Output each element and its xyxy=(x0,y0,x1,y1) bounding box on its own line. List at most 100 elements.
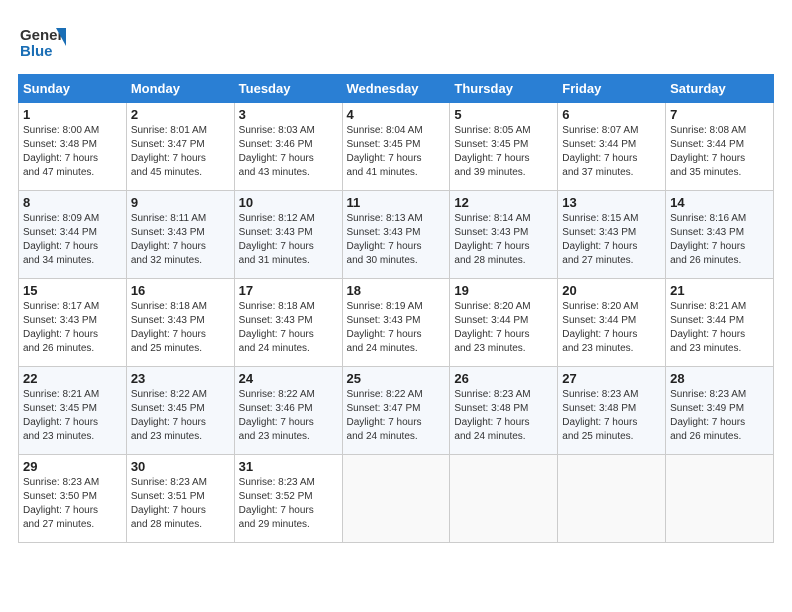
day-info: Sunrise: 8:15 AM Sunset: 3:43 PM Dayligh… xyxy=(562,212,661,268)
day-info: Sunrise: 8:19 AM Sunset: 3:43 PM Dayligh… xyxy=(347,300,446,356)
day-number: 3 xyxy=(239,107,338,122)
day-number: 23 xyxy=(131,371,230,386)
day-number: 27 xyxy=(562,371,661,386)
day-number: 29 xyxy=(23,459,122,474)
day-info: Sunrise: 8:23 AM Sunset: 3:52 PM Dayligh… xyxy=(239,476,338,532)
calendar-cell: 10Sunrise: 8:12 AM Sunset: 3:43 PM Dayli… xyxy=(234,191,342,279)
calendar-cell: 27 Sunrise: 8:23 AM Sunset: 3:48 PM Dayli… xyxy=(558,367,666,455)
day-number: 22 xyxy=(23,371,122,386)
calendar-cell: 6 Sunrise: 8:07 AM Sunset: 3:44 PM Daylig… xyxy=(558,103,666,191)
header: General Blue xyxy=(18,18,774,66)
day-number: 9 xyxy=(131,195,230,210)
calendar-cell: 15Sunrise: 8:17 AM Sunset: 3:43 PM Dayli… xyxy=(19,279,127,367)
day-number: 8 xyxy=(23,195,122,210)
day-number: 14 xyxy=(670,195,769,210)
calendar-table: SundayMondayTuesdayWednesdayThursdayFrid… xyxy=(18,74,774,543)
calendar-cell: 25Sunrise: 8:22 AM Sunset: 3:47 PM Dayli… xyxy=(342,367,450,455)
logo-icon: General Blue xyxy=(18,18,66,66)
day-number: 25 xyxy=(347,371,446,386)
day-info: Sunrise: 8:23 AM Sunset: 3:48 PM Dayligh… xyxy=(562,388,661,444)
day-info: Sunrise: 8:20 AM Sunset: 3:44 PM Dayligh… xyxy=(562,300,661,356)
day-info: Sunrise: 8:04 AM Sunset: 3:45 PM Dayligh… xyxy=(347,124,446,180)
weekday-header-tuesday: Tuesday xyxy=(234,75,342,103)
day-number: 21 xyxy=(670,283,769,298)
day-number: 30 xyxy=(131,459,230,474)
calendar-cell: 23 Sunrise: 8:22 AM Sunset: 3:45 PM Dayli… xyxy=(126,367,234,455)
weekday-header-saturday: Saturday xyxy=(666,75,774,103)
calendar-cell: 17Sunrise: 8:18 AM Sunset: 3:43 PM Dayli… xyxy=(234,279,342,367)
day-info: Sunrise: 8:18 AM Sunset: 3:43 PM Dayligh… xyxy=(131,300,230,356)
calendar-cell: 22 Sunrise: 8:21 AM Sunset: 3:45 PM Dayli… xyxy=(19,367,127,455)
day-number: 24 xyxy=(239,371,338,386)
calendar-week-1: 1 Sunrise: 8:00 AM Sunset: 3:48 PM Daylig… xyxy=(19,103,774,191)
day-info: Sunrise: 8:00 AM Sunset: 3:48 PM Dayligh… xyxy=(23,124,122,180)
day-info: Sunrise: 8:22 AM Sunset: 3:46 PM Dayligh… xyxy=(239,388,338,444)
calendar-cell: 5Sunrise: 8:05 AM Sunset: 3:45 PM Daylig… xyxy=(450,103,558,191)
calendar-cell: 19 Sunrise: 8:20 AM Sunset: 3:44 PM Dayli… xyxy=(450,279,558,367)
calendar-cell: 7 Sunrise: 8:08 AM Sunset: 3:44 PM Daylig… xyxy=(666,103,774,191)
calendar-cell: 18 Sunrise: 8:19 AM Sunset: 3:43 PM Dayli… xyxy=(342,279,450,367)
weekday-header-friday: Friday xyxy=(558,75,666,103)
day-info: Sunrise: 8:21 AM Sunset: 3:44 PM Dayligh… xyxy=(670,300,769,356)
day-info: Sunrise: 8:03 AM Sunset: 3:46 PM Dayligh… xyxy=(239,124,338,180)
weekday-header-sunday: Sunday xyxy=(19,75,127,103)
day-info: Sunrise: 8:14 AM Sunset: 3:43 PM Dayligh… xyxy=(454,212,553,268)
day-info: Sunrise: 8:22 AM Sunset: 3:45 PM Dayligh… xyxy=(131,388,230,444)
day-number: 15 xyxy=(23,283,122,298)
calendar-cell: 1 Sunrise: 8:00 AM Sunset: 3:48 PM Daylig… xyxy=(19,103,127,191)
day-number: 7 xyxy=(670,107,769,122)
calendar-cell: 31 Sunrise: 8:23 AM Sunset: 3:52 PM Dayli… xyxy=(234,455,342,543)
day-number: 6 xyxy=(562,107,661,122)
calendar-cell: 2 Sunrise: 8:01 AM Sunset: 3:47 PM Daylig… xyxy=(126,103,234,191)
calendar-header-row: SundayMondayTuesdayWednesdayThursdayFrid… xyxy=(19,75,774,103)
day-info: Sunrise: 8:05 AM Sunset: 3:45 PM Dayligh… xyxy=(454,124,553,180)
day-number: 31 xyxy=(239,459,338,474)
day-info: Sunrise: 8:18 AM Sunset: 3:43 PM Dayligh… xyxy=(239,300,338,356)
calendar-cell xyxy=(666,455,774,543)
day-info: Sunrise: 8:13 AM Sunset: 3:43 PM Dayligh… xyxy=(347,212,446,268)
calendar-cell: 13 Sunrise: 8:15 AM Sunset: 3:43 PM Dayli… xyxy=(558,191,666,279)
day-number: 19 xyxy=(454,283,553,298)
calendar-cell: 11 Sunrise: 8:13 AM Sunset: 3:43 PM Dayli… xyxy=(342,191,450,279)
calendar-cell xyxy=(342,455,450,543)
calendar-week-4: 22 Sunrise: 8:21 AM Sunset: 3:45 PM Dayli… xyxy=(19,367,774,455)
calendar-cell xyxy=(450,455,558,543)
day-number: 2 xyxy=(131,107,230,122)
calendar-cell: 21 Sunrise: 8:21 AM Sunset: 3:44 PM Dayli… xyxy=(666,279,774,367)
day-number: 13 xyxy=(562,195,661,210)
day-number: 1 xyxy=(23,107,122,122)
calendar-cell: 16 Sunrise: 8:18 AM Sunset: 3:43 PM Dayli… xyxy=(126,279,234,367)
day-number: 18 xyxy=(347,283,446,298)
day-info: Sunrise: 8:07 AM Sunset: 3:44 PM Dayligh… xyxy=(562,124,661,180)
svg-text:Blue: Blue xyxy=(20,43,53,60)
weekday-header-thursday: Thursday xyxy=(450,75,558,103)
calendar-week-2: 8 Sunrise: 8:09 AM Sunset: 3:44 PM Daylig… xyxy=(19,191,774,279)
day-number: 11 xyxy=(347,195,446,210)
day-info: Sunrise: 8:08 AM Sunset: 3:44 PM Dayligh… xyxy=(670,124,769,180)
page-container: General Blue SundayMondayTuesdayWednesda… xyxy=(0,0,792,553)
day-info: Sunrise: 8:23 AM Sunset: 3:49 PM Dayligh… xyxy=(670,388,769,444)
calendar-cell: 8 Sunrise: 8:09 AM Sunset: 3:44 PM Daylig… xyxy=(19,191,127,279)
day-info: Sunrise: 8:09 AM Sunset: 3:44 PM Dayligh… xyxy=(23,212,122,268)
weekday-header-wednesday: Wednesday xyxy=(342,75,450,103)
day-info: Sunrise: 8:23 AM Sunset: 3:51 PM Dayligh… xyxy=(131,476,230,532)
day-number: 28 xyxy=(670,371,769,386)
calendar-cell: 9Sunrise: 8:11 AM Sunset: 3:43 PM Daylig… xyxy=(126,191,234,279)
calendar-cell: 29 Sunrise: 8:23 AM Sunset: 3:50 PM Dayli… xyxy=(19,455,127,543)
calendar-cell: 30 Sunrise: 8:23 AM Sunset: 3:51 PM Dayli… xyxy=(126,455,234,543)
calendar-cell: 28 Sunrise: 8:23 AM Sunset: 3:49 PM Dayli… xyxy=(666,367,774,455)
calendar-week-3: 15Sunrise: 8:17 AM Sunset: 3:43 PM Dayli… xyxy=(19,279,774,367)
day-number: 26 xyxy=(454,371,553,386)
day-info: Sunrise: 8:20 AM Sunset: 3:44 PM Dayligh… xyxy=(454,300,553,356)
day-info: Sunrise: 8:16 AM Sunset: 3:43 PM Dayligh… xyxy=(670,212,769,268)
day-number: 16 xyxy=(131,283,230,298)
day-info: Sunrise: 8:01 AM Sunset: 3:47 PM Dayligh… xyxy=(131,124,230,180)
calendar-cell: 26Sunrise: 8:23 AM Sunset: 3:48 PM Dayli… xyxy=(450,367,558,455)
calendar-week-5: 29 Sunrise: 8:23 AM Sunset: 3:50 PM Dayli… xyxy=(19,455,774,543)
logo: General Blue xyxy=(18,18,66,66)
day-info: Sunrise: 8:21 AM Sunset: 3:45 PM Dayligh… xyxy=(23,388,122,444)
day-number: 4 xyxy=(347,107,446,122)
day-info: Sunrise: 8:23 AM Sunset: 3:50 PM Dayligh… xyxy=(23,476,122,532)
day-number: 10 xyxy=(239,195,338,210)
calendar-cell: 24 Sunrise: 8:22 AM Sunset: 3:46 PM Dayli… xyxy=(234,367,342,455)
